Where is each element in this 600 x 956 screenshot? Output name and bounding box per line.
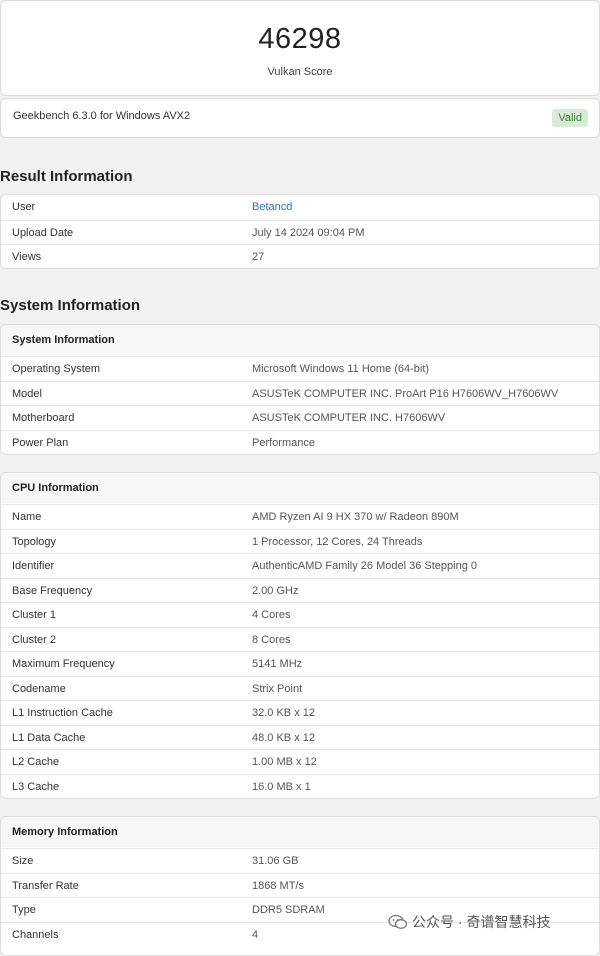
row-value: 1.00 MB x 12: [252, 756, 317, 768]
row-key: L2 Cache: [12, 756, 60, 768]
result-information-title: Result Information: [0, 168, 133, 185]
row-value: 2.00 GHz: [252, 585, 299, 597]
row-key: Transfer Rate: [12, 880, 79, 892]
row-key: L1 Instruction Cache: [12, 707, 113, 719]
table-row: Power Plan Performance: [1, 430, 599, 454]
row-value: AuthenticAMD Family 26 Model 36 Stepping…: [252, 560, 478, 572]
row-key: Power Plan: [12, 437, 69, 449]
row-key: Base Frequency: [12, 585, 93, 597]
table-row: Cluster 1 4 Cores: [1, 602, 599, 626]
row-value: 27: [252, 251, 265, 263]
row-value: 16.0 MB x 1: [252, 781, 311, 793]
table-header: CPU Information: [1, 473, 599, 503]
row-key: Model: [12, 388, 42, 400]
row-value: ASUSTeK COMPUTER INC. ProArt P16 H7606WV…: [252, 388, 559, 400]
row-key: L3 Cache: [12, 781, 60, 793]
cpu-information-table: CPU Information Name AMD Ryzen AI 9 HX 37…: [0, 472, 600, 799]
table-row: Views 27: [1, 244, 599, 268]
row-value: DDR5 SDRAM: [252, 904, 325, 916]
wechat-icon: [388, 914, 408, 929]
table-row: Topology 1 Processor, 12 Cores, 24 Thread…: [1, 529, 599, 553]
table-row: Model ASUSTeK COMPUTER INC. ProArt P16 H…: [1, 381, 599, 405]
row-key: Cluster 1: [12, 609, 57, 621]
row-key: Codename: [12, 683, 66, 695]
row-value: July 14 2024 09:04 PM: [252, 227, 365, 239]
row-key: User: [12, 201, 36, 213]
row-value: 31.06 GB: [252, 855, 299, 867]
table-row: L1 Data Cache 48.0 KB x 12: [1, 725, 599, 749]
table-row: L1 Instruction Cache 32.0 KB x 12: [1, 700, 599, 724]
table-header-label: System Information: [12, 334, 115, 346]
row-key: Upload Date: [12, 227, 74, 239]
watermark: 公众号 · 奇谱智慧科技: [388, 912, 550, 932]
score-card: 46298 Vulkan Score: [0, 0, 600, 96]
table-header-label: CPU Information: [12, 482, 99, 494]
row-key: Identifier: [12, 560, 55, 572]
row-value: 1868 MT/s: [252, 880, 304, 892]
vulkan-score-label: Vulkan Score: [267, 66, 333, 78]
row-key: Name: [12, 511, 42, 523]
table-row: L3 Cache 16.0 MB x 1: [1, 774, 599, 798]
row-value: 48.0 KB x 12: [252, 732, 315, 744]
table-row: Codename Strix Point: [1, 676, 599, 700]
table-row: Identifier AuthenticAMD Family 26 Model 3…: [1, 553, 599, 577]
row-value: AMD Ryzen AI 9 HX 370 w/ Radeon 890M: [252, 511, 459, 523]
table-row: Motherboard ASUSTeK COMPUTER INC. H7606W…: [1, 405, 599, 429]
table-row: Upload Date July 14 2024 09:04 PM: [1, 220, 599, 244]
memory-information-table: Memory Information Size 31.06 GB Transfer…: [0, 816, 600, 956]
system-information-title: System Information: [0, 297, 141, 314]
result-information-table: User Betancd Upload Date July 14 2024 09…: [0, 194, 600, 269]
watermark-text: 公众号 · 奇谱智慧科技: [412, 914, 551, 930]
row-key: Motherboard: [12, 412, 75, 424]
version-card: Geekbench 6.3.0 for Windows AVX2 Valid: [0, 98, 600, 138]
row-value: Microsoft Windows 11 Home (64-bit): [252, 363, 430, 375]
row-key: Size: [12, 855, 34, 867]
row-key: Views: [12, 251, 42, 263]
row-value: 1 Processor, 12 Cores, 24 Threads: [252, 536, 423, 548]
table-header: System Information: [1, 325, 599, 355]
row-value: Performance: [252, 437, 315, 449]
row-value: 4: [252, 929, 259, 941]
table-header-label: Memory Information: [12, 826, 118, 838]
row-value: 4 Cores: [252, 609, 291, 621]
row-key: Channels: [12, 929, 59, 941]
row-key: Topology: [12, 536, 57, 548]
valid-badge: Valid: [552, 109, 588, 127]
row-value: 32.0 KB x 12: [252, 707, 315, 719]
table-row: Base Frequency 2.00 GHz: [1, 578, 599, 602]
table-row: Transfer Rate 1868 MT/s: [1, 873, 599, 897]
system-information-table: System Information Operating System Micr…: [0, 324, 600, 455]
row-value: 8 Cores: [252, 634, 291, 646]
table-row: Name AMD Ryzen AI 9 HX 370 w/ Radeon 890M: [1, 504, 599, 528]
row-value: Strix Point: [252, 683, 303, 695]
vulkan-score-value: 46298: [258, 23, 342, 55]
row-key: Operating System: [12, 363, 101, 375]
table-row: L2 Cache 1.00 MB x 12: [1, 749, 599, 773]
table-row: Size 31.06 GB: [1, 848, 599, 872]
row-value: ASUSTeK COMPUTER INC. H7606WV: [252, 412, 446, 424]
table-row: User Betancd: [1, 195, 599, 219]
table-row: Maximum Frequency 5141 MHz: [1, 651, 599, 675]
row-key: L1 Data Cache: [12, 732, 86, 744]
table-row: Operating System Microsoft Windows 11 Ho…: [1, 356, 599, 380]
row-key: Cluster 2: [12, 634, 57, 646]
table-row: Cluster 2 8 Cores: [1, 627, 599, 651]
table-header: Memory Information: [1, 817, 599, 847]
row-key: Maximum Frequency: [12, 658, 115, 670]
geekbench-version: Geekbench 6.3.0 for Windows AVX2: [13, 110, 191, 122]
row-value: 5141 MHz: [252, 658, 303, 670]
user-link[interactable]: Betancd: [252, 201, 292, 213]
row-key: Type: [12, 904, 36, 916]
